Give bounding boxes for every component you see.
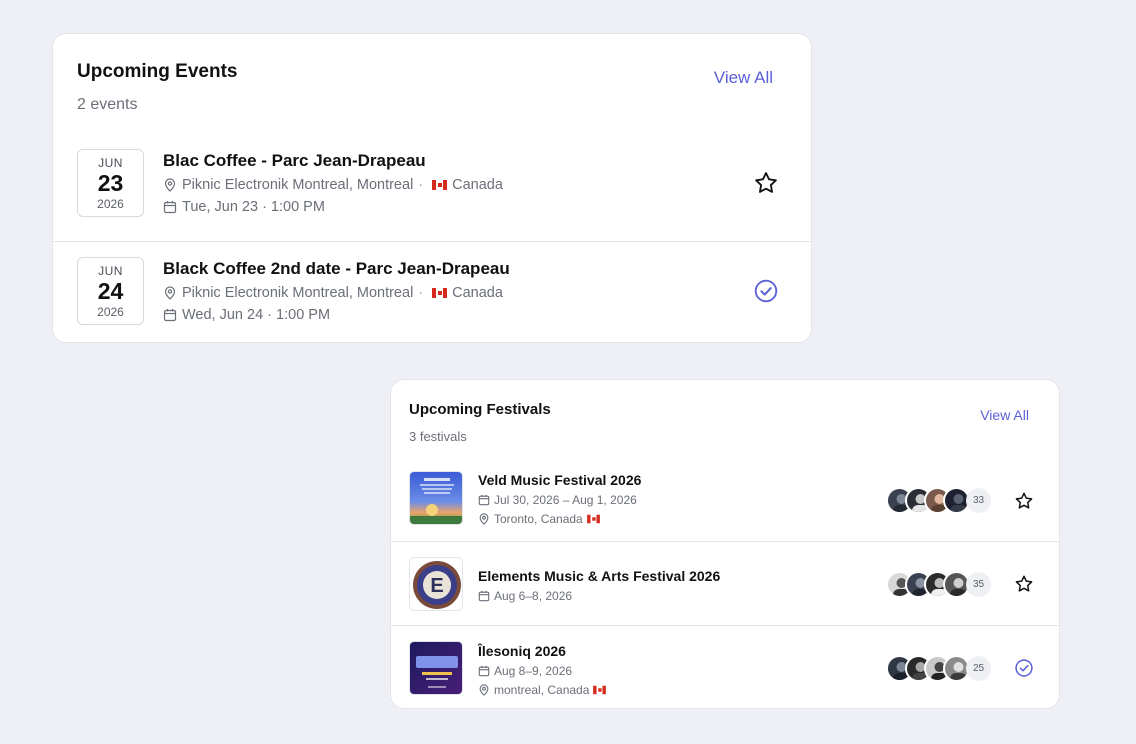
event-country: Canada [452,177,503,193]
calendar-icon [163,308,177,322]
festival-dates-line: Aug 6–8, 2026 [478,589,720,603]
event-year: 2026 [97,197,124,211]
festival-name[interactable]: Elements Music & Arts Festival 2026 [478,568,720,584]
artist-count: 35 [966,572,991,597]
event-info: Blac Coffee - Parc Jean-Drapeau Piknic E… [163,151,503,215]
event-row[interactable]: JUN 23 2026 Blac Coffee - Parc Jean-Drap… [53,134,811,241]
canada-flag-icon [432,180,448,190]
check-circle-icon[interactable] [1014,658,1034,678]
event-month: JUN [98,156,123,170]
check-circle-icon[interactable] [753,278,779,304]
festivals-header: Upcoming Festivals 3 festivals View All [391,380,1059,460]
event-row[interactable]: JUN 24 2026 Black Coffee 2nd date - Parc… [53,241,811,342]
festival-dates-line: Jul 30, 2026 – Aug 1, 2026 [478,493,641,507]
location-pin-icon [163,178,177,192]
festival-info: Îlesoniq 2026 Aug 8–9, 2026 montreal, Ca… [478,643,612,697]
festival-dates: Aug 8–9, 2026 [494,664,573,678]
event-location: Piknic Electronik Montreal, Montreal · C… [163,285,510,301]
artist-avatars[interactable]: 35 [886,571,991,598]
event-venue: Piknic Electronik Montreal, Montreal [182,285,414,301]
festival-dates-line: Aug 8–9, 2026 [478,664,612,678]
event-date-badge: JUN 23 2026 [77,149,144,217]
event-datetime-line: Tue, Jun 23 · 1:00 PM [163,199,503,215]
event-info: Black Coffee 2nd date - Parc Jean-Drapea… [163,259,510,323]
star-icon[interactable] [753,170,779,196]
events-title: Upcoming Events [77,61,238,82]
event-name[interactable]: Black Coffee 2nd date - Parc Jean-Drapea… [163,259,510,279]
event-name[interactable]: Blac Coffee - Parc Jean-Drapeau [163,151,503,171]
festivals-view-all-link[interactable]: View All [980,407,1029,423]
festival-name[interactable]: Veld Music Festival 2026 [478,472,641,488]
festival-location-line: Toronto, Canada [478,512,641,526]
event-year: 2026 [97,305,124,319]
canada-flag-icon [593,685,607,695]
festival-location-line: montreal, Canada [478,683,612,697]
artist-avatars[interactable]: 25 [886,655,991,682]
upcoming-festivals-card: Upcoming Festivals 3 festivals View All … [390,379,1060,709]
festival-row[interactable]: Îlesoniq 2026 Aug 8–9, 2026 montreal, Ca… [391,625,1059,708]
artist-count: 33 [966,488,991,513]
calendar-icon [478,665,490,677]
festival-dates: Jul 30, 2026 – Aug 1, 2026 [494,493,637,507]
events-header: Upcoming Events 2 events View All [53,34,811,134]
canada-flag-icon [432,288,448,298]
festival-poster-image[interactable] [409,471,463,525]
event-day: 23 [97,170,124,196]
events-count: 2 events [77,96,138,113]
festival-name[interactable]: Îlesoniq 2026 [478,643,612,659]
artist-avatars[interactable]: 33 [886,487,991,514]
event-datetime: Tue, Jun 23 · 1:00 PM [182,199,325,215]
festival-dates: Aug 6–8, 2026 [494,589,573,603]
event-day: 24 [97,278,124,304]
location-pin-icon [478,513,490,525]
festival-info: Veld Music Festival 2026 Jul 30, 2026 – … [478,472,641,526]
canada-flag-icon [586,514,600,524]
festival-poster-image[interactable]: E [409,557,463,611]
calendar-icon [478,494,490,506]
festival-poster-image[interactable] [409,641,463,695]
location-pin-icon [478,684,490,696]
event-month: JUN [98,264,123,278]
calendar-icon [478,590,490,602]
upcoming-events-card: Upcoming Events 2 events View All JUN 23… [52,33,812,343]
festival-info: Elements Music & Arts Festival 2026 Aug … [478,568,720,603]
event-datetime: Wed, Jun 24 · 1:00 PM [182,307,331,323]
svg-text:E: E [430,575,443,597]
event-location: Piknic Electronik Montreal, Montreal · C… [163,177,503,193]
events-view-all-link[interactable]: View All [714,68,773,88]
festival-location: Toronto, Canada [494,512,583,526]
festivals-title: Upcoming Festivals [409,401,551,418]
festival-row[interactable]: Veld Music Festival 2026 Jul 30, 2026 – … [391,460,1059,541]
festival-row[interactable]: E Elements Music & Arts Festival 2026 Au… [391,541,1059,625]
star-icon[interactable] [1014,491,1034,511]
location-pin-icon [163,286,177,300]
festivals-count: 3 festivals [409,429,467,444]
event-date-badge: JUN 24 2026 [77,257,144,325]
event-venue: Piknic Electronik Montreal, Montreal [182,177,414,193]
star-icon[interactable] [1014,574,1034,594]
calendar-icon [163,200,177,214]
event-datetime-line: Wed, Jun 24 · 1:00 PM [163,307,510,323]
festival-location: montreal, Canada [494,683,590,697]
event-country: Canada [452,285,503,301]
artist-count: 25 [966,656,991,681]
